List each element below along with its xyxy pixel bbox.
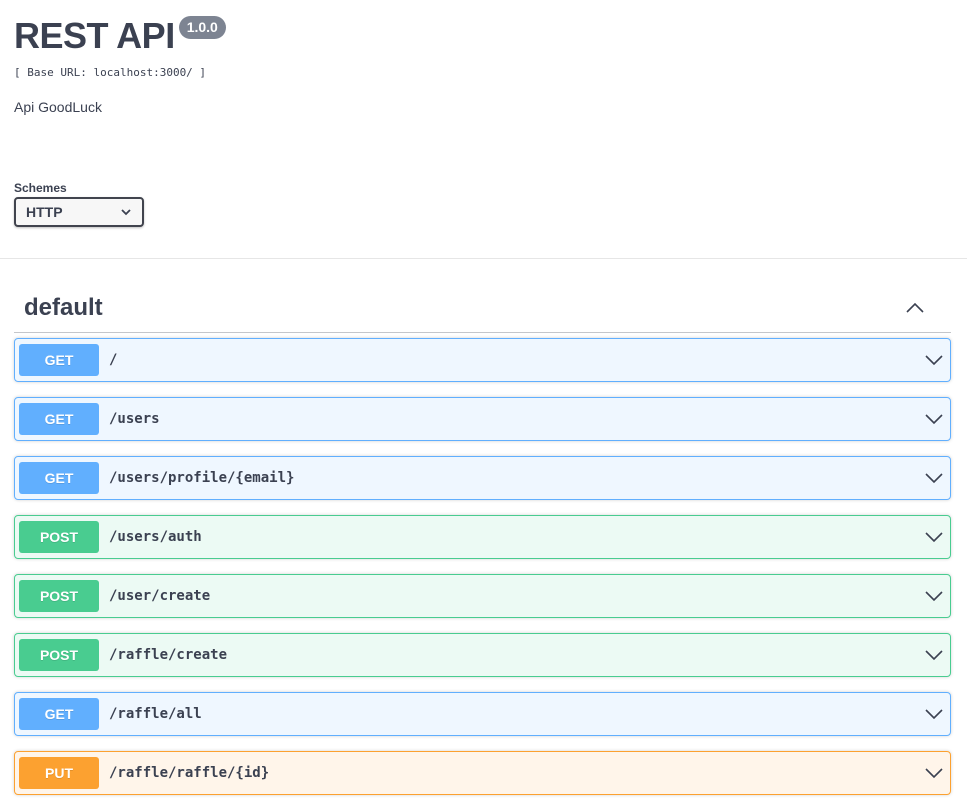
- method-badge: GET: [19, 462, 99, 494]
- operation-get-raffle-all[interactable]: GET /raffle/all: [14, 692, 951, 736]
- section-divider: [0, 258, 967, 259]
- chevron-down-icon[interactable]: [924, 763, 944, 783]
- method-badge: GET: [19, 698, 99, 730]
- chevron-down-icon[interactable]: [924, 704, 944, 724]
- method-badge: GET: [19, 403, 99, 435]
- chevron-down-icon[interactable]: [924, 527, 944, 547]
- api-title: REST API: [14, 15, 175, 56]
- chevron-down-icon[interactable]: [924, 645, 944, 665]
- method-badge: POST: [19, 580, 99, 612]
- method-badge: PUT: [19, 757, 99, 789]
- chevron-up-icon[interactable]: [905, 298, 925, 318]
- operation-get-users[interactable]: GET /users: [14, 397, 951, 441]
- tag-header-default[interactable]: default: [14, 283, 951, 333]
- chevron-down-icon: [121, 209, 131, 216]
- api-description: Api GoodLuck: [14, 99, 102, 115]
- chevron-down-icon[interactable]: [924, 468, 944, 488]
- operation-post-users-auth[interactable]: POST /users/auth: [14, 515, 951, 559]
- operation-path: /users/auth: [109, 529, 202, 545]
- operation-path: /users: [109, 411, 160, 427]
- method-badge: POST: [19, 639, 99, 671]
- operation-put-raffle-id[interactable]: PUT /raffle/raffle/{id}: [14, 751, 951, 795]
- chevron-down-icon[interactable]: [924, 586, 944, 606]
- version-badge: 1.0.0: [178, 16, 226, 39]
- operation-path: /users/profile/{email}: [109, 470, 295, 486]
- scheme-selected-value: HTTP: [26, 204, 63, 220]
- operation-get-user-profile[interactable]: GET /users/profile/{email}: [14, 456, 951, 500]
- operation-path: /raffle/raffle/{id}: [109, 765, 270, 781]
- operation-path: /raffle/create: [109, 647, 228, 663]
- operation-post-user-create[interactable]: POST /user/create: [14, 574, 951, 618]
- scheme-select[interactable]: HTTP: [14, 197, 144, 227]
- api-info: REST API 1.0.0 [ Base URL: localhost:300…: [14, 14, 226, 115]
- operation-get-root[interactable]: GET /: [14, 338, 951, 382]
- chevron-down-icon[interactable]: [924, 350, 944, 370]
- operation-path: /user/create: [109, 588, 211, 604]
- method-badge: GET: [19, 344, 99, 376]
- schemes-label: Schemes: [14, 181, 67, 195]
- chevron-down-icon[interactable]: [924, 409, 944, 429]
- schemes-section: Schemes HTTP: [14, 181, 144, 227]
- operation-post-raffle-create[interactable]: POST /raffle/create: [14, 633, 951, 677]
- operation-path: /raffle/all: [109, 706, 202, 722]
- operation-path: /: [109, 352, 118, 368]
- operations-list: GET / GET /users GET /users/profile/{ema…: [14, 338, 951, 805]
- method-badge: POST: [19, 521, 99, 553]
- base-url: [ Base URL: localhost:3000/ ]: [14, 66, 207, 79]
- tag-title: default: [24, 293, 103, 321]
